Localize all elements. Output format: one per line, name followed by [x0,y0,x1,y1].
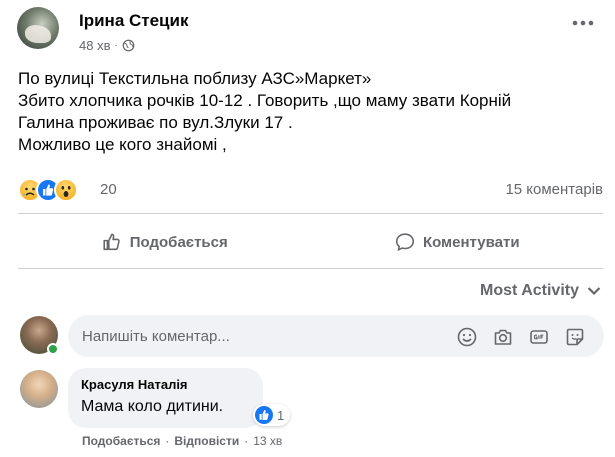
author-name[interactable]: Ірина Стецик [79,11,188,31]
post-actions: Подобається Коментувати [18,223,603,261]
divider [18,213,603,214]
comment-bubble: Красуля Наталія Мама коло дитини. [68,368,263,428]
gif-icon[interactable] [528,326,550,348]
comment-like-link[interactable]: Подобається [82,434,160,448]
camera-icon[interactable] [492,326,514,348]
comments-count[interactable]: 15 коментарів [505,181,603,198]
audience-public-icon[interactable] [122,39,135,52]
comment-actions-separator: · [244,434,249,448]
post-text-line: По вулиці Текстильна поблизу АЗС»Маркет» [18,69,372,88]
comment-text: Мама коло дитини. [81,398,224,415]
comment-reply-link[interactable]: Відповісти [174,434,239,448]
comment-sort-dropdown[interactable]: Most Activity [480,282,601,300]
meta-separator: · [114,40,118,51]
sticker-icon[interactable] [564,326,586,348]
post-header: Ірина Стецик 48 хв · [17,7,607,63]
comment-actions: Подобається · Відповісти · 13 хв [82,434,282,448]
comment-input-placeholder: Напишіть коментар... [82,327,230,345]
comment-bubble-icon [395,233,414,252]
comment-author-avatar[interactable] [20,370,58,408]
post-time[interactable]: 48 хв [79,38,110,53]
reaction-count[interactable]: 20 [100,181,117,198]
post-text-line: Галина проживає по вул.Злуки 17 . [18,113,293,132]
composer-tools [456,326,586,348]
comment-actions-separator: · [165,434,170,448]
comment-time[interactable]: 13 хв [253,434,282,448]
comment-input[interactable]: Напишіть коментар... [68,315,604,357]
post-meta: 48 хв · [79,38,135,53]
divider [18,268,603,269]
emoji-icon[interactable] [456,326,478,348]
like-button[interactable]: Подобається [18,223,311,261]
like-icon [255,406,273,424]
more-options-icon[interactable] [571,19,595,27]
author-avatar[interactable] [17,7,59,49]
comment-button-label: Коментувати [422,233,520,251]
online-status-indicator [47,343,59,355]
reactions-summary: 20 15 коментарів [18,178,603,202]
comment-author-name[interactable]: Красуля Наталія [81,377,250,392]
post-text-line: Збито хлопчика рочків 10-12 . Говорить ,… [18,91,512,110]
chevron-down-icon [587,287,601,296]
post-text: По вулиці Текстильна поблизу АЗС»Маркет»… [18,68,598,156]
like-button-label: Подобається [129,233,228,251]
comment-reaction-badge[interactable]: 1 [253,404,291,426]
wow-icon [54,178,78,202]
thumbs-up-icon [103,233,120,251]
sort-label: Most Activity [480,282,579,299]
reaction-icons[interactable] [18,178,78,202]
comment-button[interactable]: Коментувати [311,223,604,261]
comment-reaction-count: 1 [277,407,285,423]
post-text-line: Можливо це кого знайомі , [18,135,227,154]
